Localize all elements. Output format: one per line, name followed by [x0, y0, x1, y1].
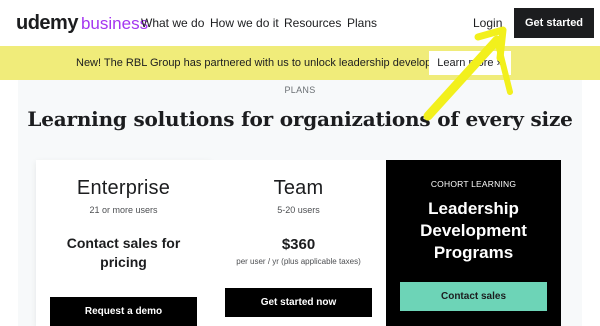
- page-title: Learning solutions for organizations of …: [27, 107, 573, 131]
- nav-link-what-we-do[interactable]: What we do: [141, 16, 204, 30]
- contact-sales-button[interactable]: Contact sales: [400, 282, 547, 311]
- plan-user-range: 21 or more users: [89, 205, 158, 215]
- logo-udemy-text: udemy: [16, 12, 78, 34]
- get-started-now-button[interactable]: Get started now: [225, 288, 372, 317]
- top-nav: udemy business What we do How we do it R…: [0, 0, 600, 46]
- plan-price-note: per user / yr (plus applicable taxes): [236, 257, 361, 266]
- nav-link-plans[interactable]: Plans: [347, 16, 377, 30]
- banner-text: New! The RBL Group has partnered with us…: [76, 57, 459, 69]
- udemy-business-logo[interactable]: udemy business: [16, 12, 148, 35]
- section-eyebrow: PLANS: [284, 85, 316, 95]
- cohort-eyebrow: COHORT LEARNING: [430, 179, 517, 189]
- nav-link-how-we-do-it[interactable]: How we do it: [210, 16, 279, 30]
- plan-card-enterprise: Enterprise 21 or more users Contact sale…: [36, 160, 211, 326]
- plan-title: Leadership Development Programs: [420, 199, 527, 262]
- plan-title: Team: [273, 177, 324, 199]
- learn-more-button[interactable]: Learn more »: [429, 51, 511, 75]
- request-demo-button[interactable]: Request a demo: [50, 297, 197, 326]
- plan-price: $360: [281, 236, 316, 253]
- plan-card-cohort: COHORT LEARNING Leadership Development P…: [386, 160, 561, 326]
- plan-title: Enterprise: [76, 177, 171, 199]
- nav-link-resources[interactable]: Resources: [284, 16, 341, 30]
- plan-card-team: Team 5-20 users $360 per user / yr (plus…: [211, 160, 386, 326]
- login-link[interactable]: Login: [473, 16, 502, 30]
- plan-pricing: Contact sales for pricing: [66, 235, 181, 270]
- get-started-button[interactable]: Get started: [514, 8, 594, 38]
- plan-user-range: 5-20 users: [277, 205, 320, 215]
- logo-business-text: business: [80, 14, 149, 33]
